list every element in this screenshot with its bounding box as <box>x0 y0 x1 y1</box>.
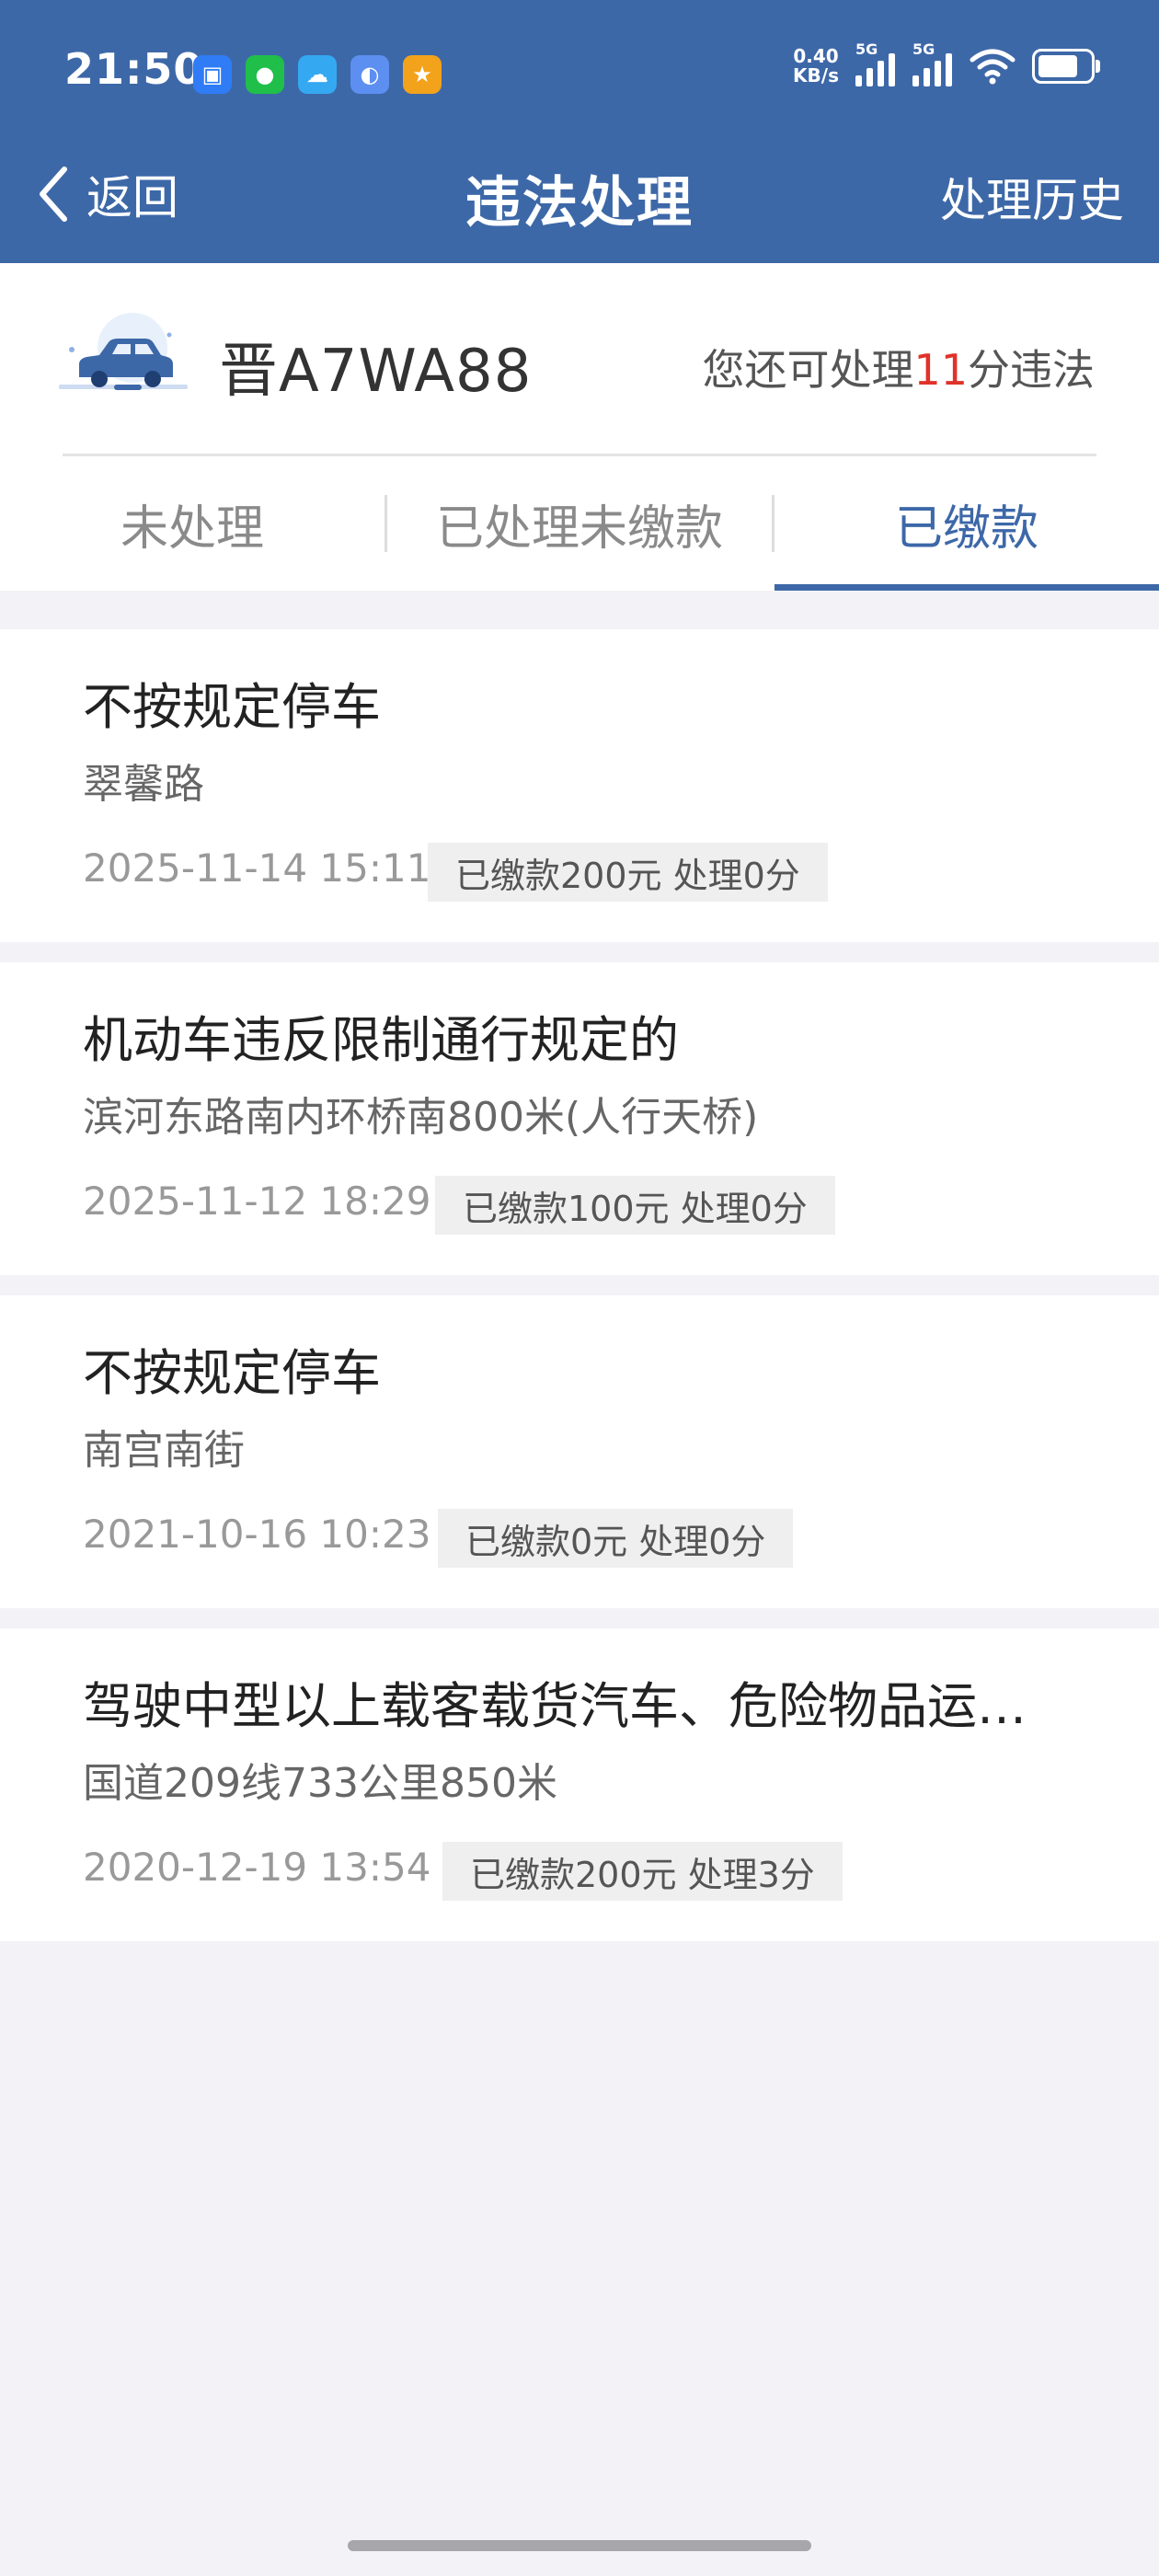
tab-paid[interactable]: 已缴款 <box>775 456 1159 591</box>
star-app-icon: ★ <box>403 55 442 94</box>
violation-location: 翠馨路 <box>83 761 204 808</box>
violation-datetime: 2025-11-12 18:29 <box>83 1179 431 1224</box>
signal-1-icon: 5G <box>855 40 896 86</box>
violation-title: 驾驶中型以上载客载货汽车、危险物品运… <box>83 1677 1027 1735</box>
violation-datetime: 2025-11-14 15:11 <box>83 845 431 891</box>
status-indicators: 0.40 KB/s 5G 5G <box>793 40 1100 86</box>
status-time: 21:50 <box>64 44 204 94</box>
violation-card[interactable]: 驾驶中型以上载客载货汽车、危险物品运… 国道209线733公里850米 2020… <box>0 1628 1159 1941</box>
net-speed: 0.40 KB/s <box>793 45 839 86</box>
violation-card[interactable]: 不按规定停车 南宫南街 2021-10-16 10:23 已缴款0元 处理0分 <box>0 1295 1159 1608</box>
payment-status-badge: 已缴款200元 处理3分 <box>442 1842 843 1901</box>
violation-title: 不按规定停车 <box>83 1344 381 1402</box>
battery-icon <box>1032 49 1100 84</box>
payment-status-badge: 已缴款200元 处理0分 <box>428 843 828 902</box>
browser-icon: ◐ <box>350 55 389 94</box>
signal-2-icon: 5G <box>912 40 953 86</box>
wifi-icon <box>970 49 1016 85</box>
weather-icon: ☁ <box>298 55 337 94</box>
status-tabs: 未处理 已处理未缴款 已缴款 <box>0 456 1159 591</box>
car-icon <box>59 313 188 390</box>
violation-location: 国道209线733公里850米 <box>83 1760 557 1807</box>
points-value: 11 <box>913 345 968 395</box>
license-plate: 晋A7WA88 <box>219 338 533 406</box>
violation-card[interactable]: 不按规定停车 翠馨路 2025-11-14 15:11 已缴款200元 处理0分 <box>0 629 1159 942</box>
violation-datetime: 2021-10-16 10:23 <box>83 1512 431 1557</box>
violation-location: 南宫南街 <box>83 1427 245 1474</box>
payment-status-badge: 已缴款100元 处理0分 <box>435 1176 835 1235</box>
violation-datetime: 2020-12-19 13:54 <box>83 1845 431 1890</box>
violation-title: 不按规定停车 <box>83 678 381 736</box>
violation-card[interactable]: 机动车违反限制通行规定的 滨河东路南内环桥南800米(人行天桥) 2025-11… <box>0 962 1159 1275</box>
payment-status-badge: 已缴款0元 处理0分 <box>438 1509 794 1568</box>
tab-unprocessed[interactable]: 未处理 <box>0 456 384 591</box>
tab-processed-unpaid[interactable]: 已处理未缴款 <box>387 456 772 591</box>
violation-title: 机动车违反限制通行规定的 <box>83 1011 679 1069</box>
notification-icons: ▣ ● ☁ ◐ ★ <box>193 55 442 94</box>
top-bar: 21:50 ▣ ● ☁ ◐ ★ 0.40 KB/s 5G 5G 返回 违法处理 … <box>0 0 1159 263</box>
home-indicator[interactable] <box>348 2540 811 2551</box>
wechat-icon: ● <box>246 55 284 94</box>
vehicle-header: 晋A7WA88 您还可处理11分违法 未处理 已处理未缴款 已缴款 <box>0 263 1159 591</box>
remaining-points: 您还可处理11分违法 <box>702 345 1095 395</box>
qr-app-icon: ▣ <box>193 55 232 94</box>
violation-location: 滨河东路南内环桥南800米(人行天桥) <box>83 1094 759 1141</box>
history-button[interactable]: 处理历史 <box>940 164 1124 230</box>
violation-list: 不按规定停车 翠馨路 2025-11-14 15:11 已缴款200元 处理0分… <box>0 629 1159 1961</box>
